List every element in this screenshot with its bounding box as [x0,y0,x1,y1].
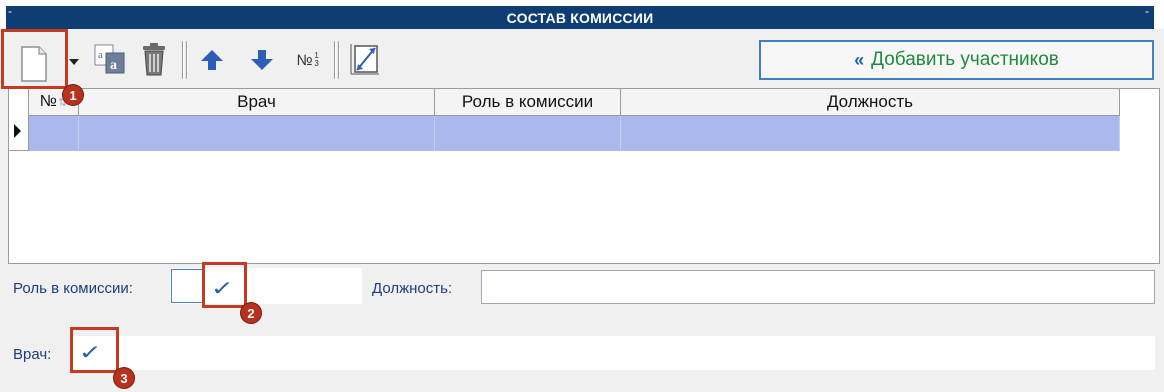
toolbar-separator [182,41,183,79]
replace-text-icon: a a [94,44,125,74]
new-record-dropdown-arrow[interactable] [68,55,80,69]
commission-members-table[interactable]: № ⇅ Врач Роль в комиссии Должность [8,88,1160,264]
arrow-up-icon [201,50,223,70]
doctor-field[interactable] [70,336,1155,370]
role-field[interactable] [170,268,362,304]
role-label: Роль в комиссии: [13,280,133,297]
move-up-button[interactable] [196,45,228,75]
position-label: Должность: [372,280,453,297]
current-row-arrow-icon [14,124,21,138]
chevron-down-icon [69,59,79,65]
column-header-role[interactable]: Роль в комиссии [435,89,621,116]
annotation-badge-1: 1 [63,85,83,105]
renumber-icon-text: № [296,51,313,69]
toolbar-separator [334,41,335,79]
fit-columns-button[interactable] [346,41,384,79]
position-input[interactable] [481,270,1155,304]
title-bar: СОСТАВ КОМИССИИ - - [0,0,1164,29]
title-dash-left: - [8,4,12,18]
role-code-box[interactable] [171,269,205,303]
svg-text:a: a [110,58,117,73]
annotation-badge-3: 3 [114,368,134,388]
resize-icon [350,44,379,75]
row-indicator-header [9,89,29,116]
replace-text-button[interactable]: a a [91,41,129,77]
annotation-badge-2: 2 [241,303,261,323]
toolbar: a a № 1 3 [0,29,760,87]
highlight-box-3 [70,327,119,373]
column-header-number-label: № [39,93,57,110]
table-cell-position[interactable] [621,116,1120,151]
table-cell-doctor[interactable] [79,116,435,151]
column-header-doctor[interactable]: Врач [79,89,435,116]
renumber-button[interactable]: № 1 3 [290,43,326,77]
column-header-position[interactable]: Должность [621,89,1120,116]
toolbar-separator [186,41,187,79]
title-dash-right: - [1145,4,1149,18]
arrow-down-icon [251,50,273,70]
highlight-box-1 [1,29,68,89]
renumber-icon: № 1 3 [296,52,319,69]
table-cell-number[interactable] [29,116,79,151]
move-down-button[interactable] [246,45,278,75]
toolbar-separator [338,41,339,79]
delete-button[interactable] [136,40,172,78]
double-chevron-left-icon: « [854,49,864,70]
row-indicator[interactable] [9,116,29,151]
panel-title: СОСТАВ КОМИССИИ [6,6,1154,29]
svg-text:a: a [98,49,103,61]
doctor-label: Врач: [13,346,52,363]
add-participants-button[interactable]: « Добавить участников [759,40,1154,80]
table-cell-role[interactable] [435,116,621,151]
highlight-box-2 [202,262,247,308]
trash-icon [143,43,165,76]
add-participants-label: Добавить участников [871,49,1059,70]
renumber-icon-fraction: 1 3 [314,51,319,68]
